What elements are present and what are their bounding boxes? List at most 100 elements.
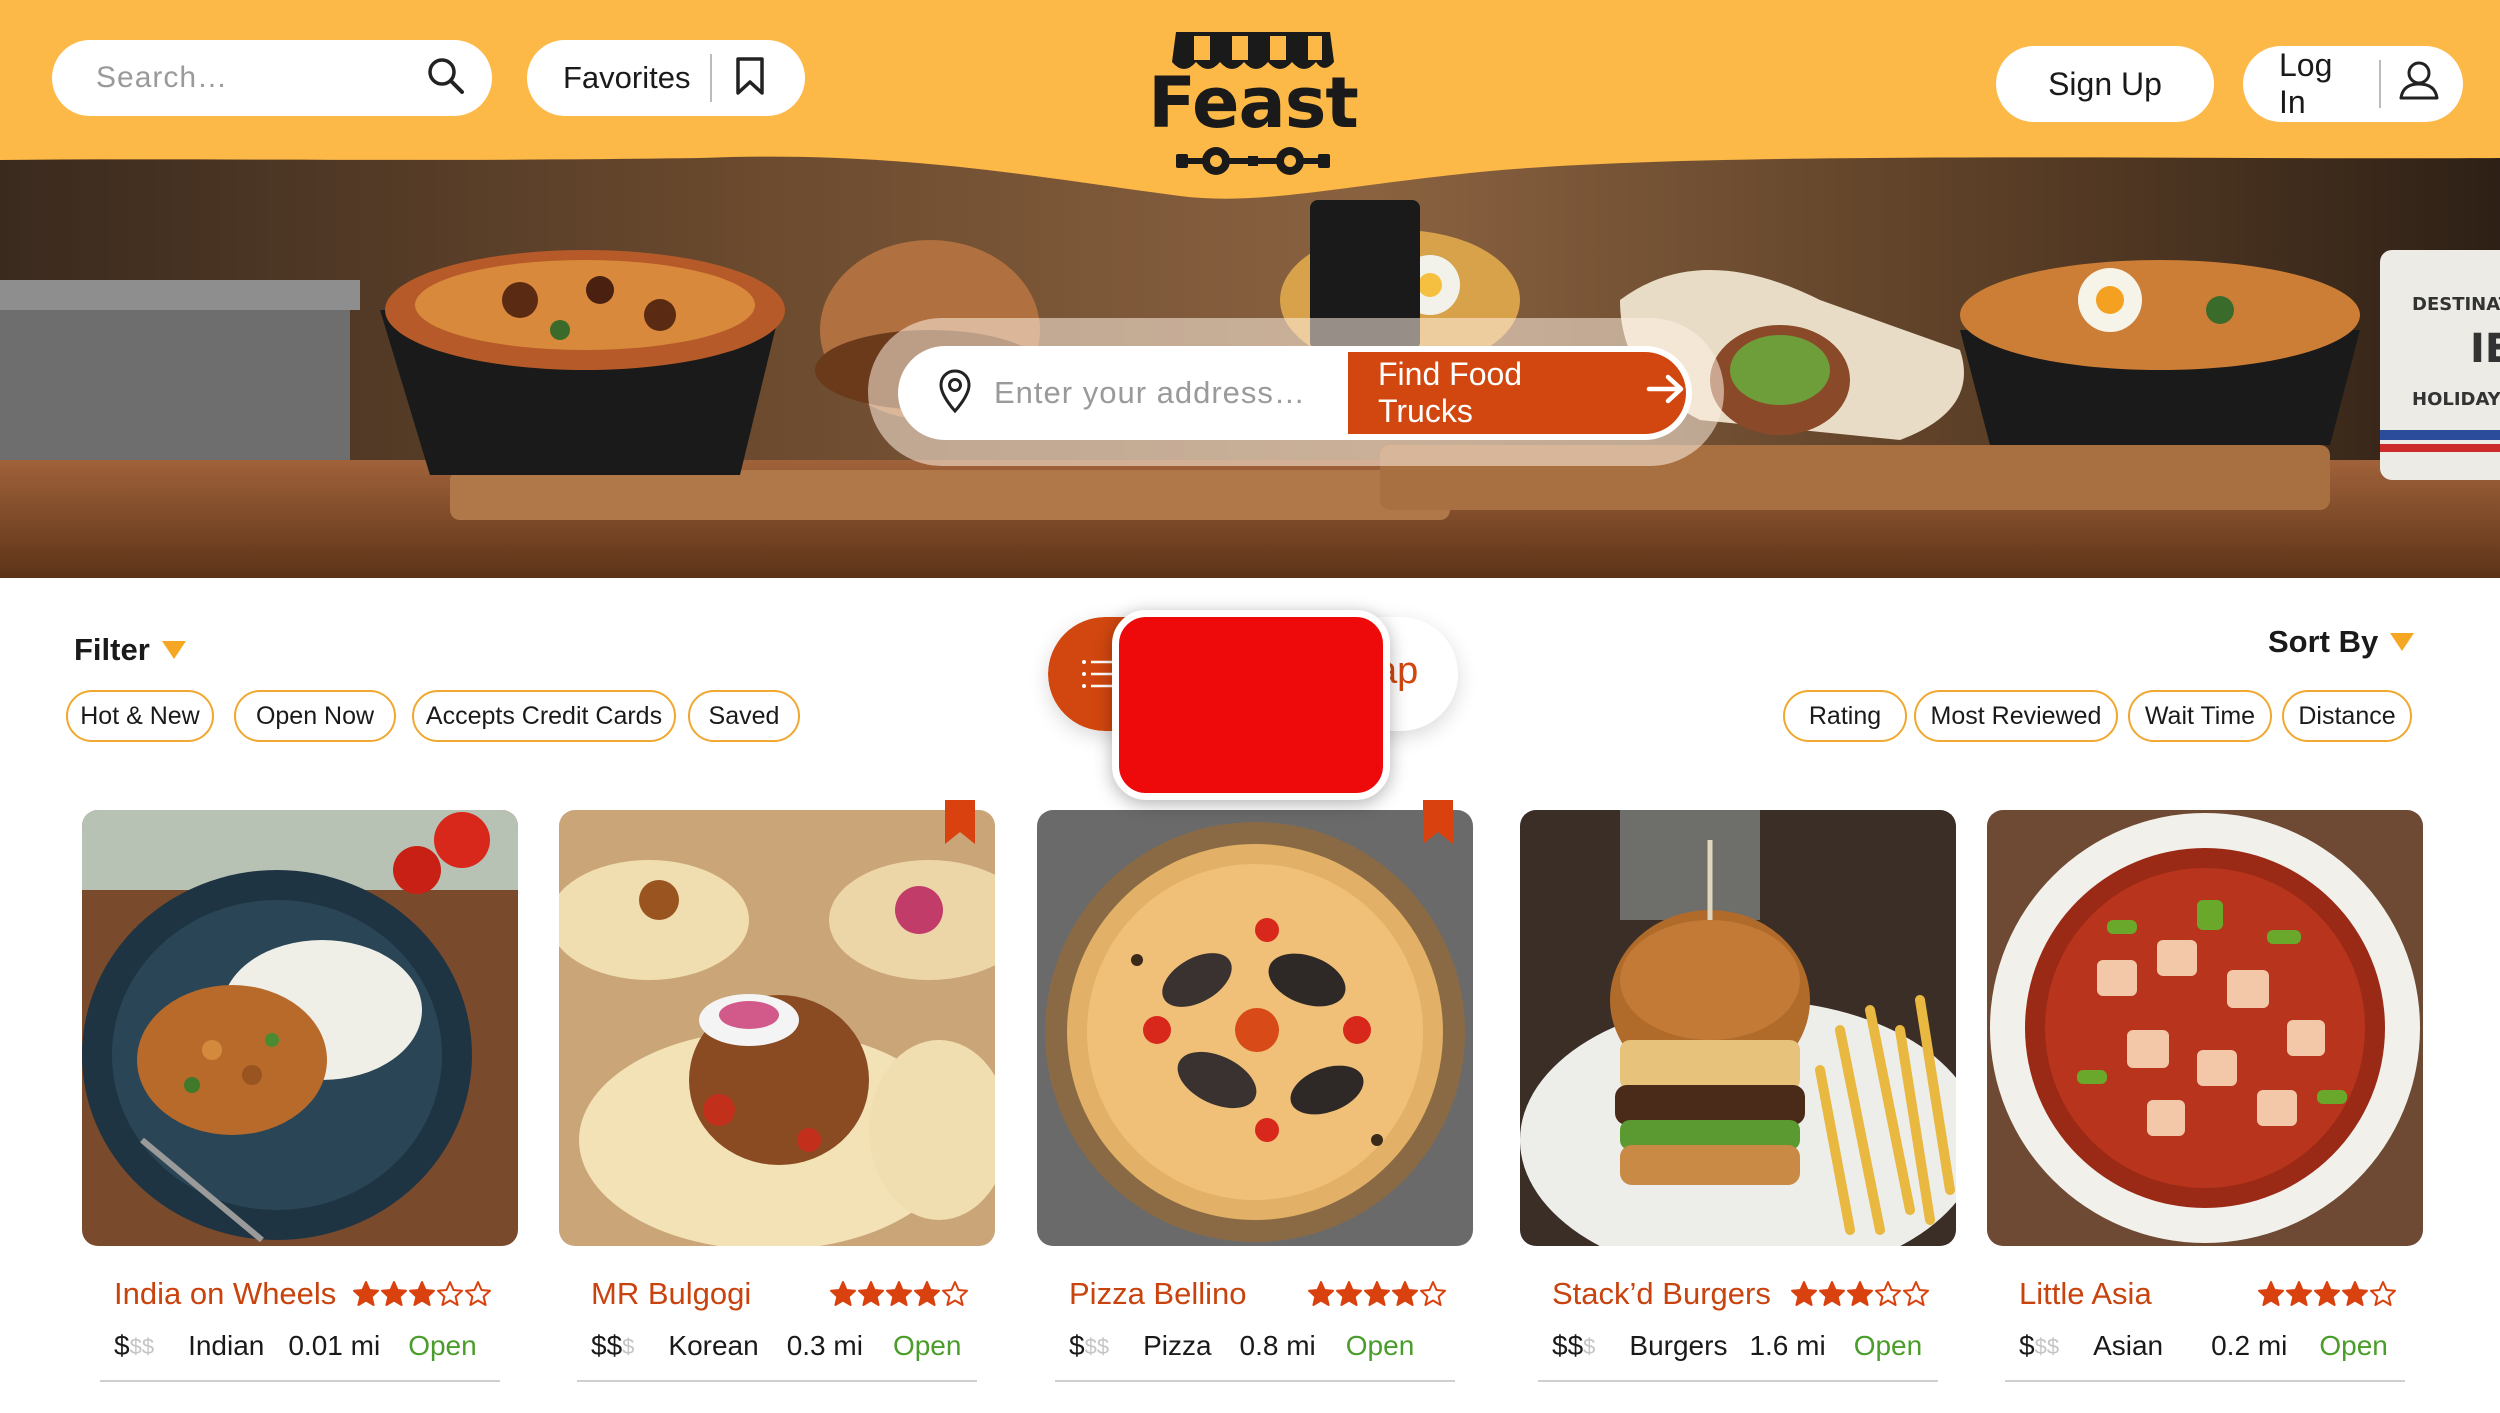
star-rating bbox=[1790, 1280, 1930, 1308]
star-filled-icon bbox=[2286, 1281, 2312, 1306]
star-empty-icon bbox=[465, 1281, 491, 1306]
divider bbox=[2379, 60, 2381, 108]
price-level-muted: $$ bbox=[1084, 1334, 1110, 1359]
truck-photo[interactable] bbox=[1520, 810, 1956, 1246]
cuisine: Korean bbox=[668, 1330, 759, 1361]
truck-name[interactable]: Little Asia bbox=[2019, 1276, 2152, 1312]
truck-meta: $$ $ Burgers 1.6 mi Open bbox=[1552, 1330, 1922, 1362]
star-filled-icon bbox=[2314, 1281, 2340, 1306]
star-empty-icon bbox=[1875, 1281, 1901, 1306]
truck-meta: $ $$ Indian 0.01 mi Open bbox=[114, 1330, 477, 1362]
price-level-muted: $ bbox=[1583, 1334, 1596, 1359]
distance: 1.6 mi bbox=[1749, 1330, 1826, 1361]
open-status: Open bbox=[2319, 1330, 2388, 1361]
star-empty-icon bbox=[1420, 1281, 1446, 1306]
star-filled-icon bbox=[353, 1281, 379, 1306]
star-filled-icon bbox=[2258, 1281, 2284, 1306]
star-rating bbox=[352, 1280, 492, 1308]
filter-chip-saved[interactable]: Saved bbox=[688, 690, 800, 742]
star-empty-icon bbox=[1903, 1281, 1929, 1306]
divider bbox=[100, 1380, 500, 1382]
truck-name[interactable]: Stack’d Burgers bbox=[1552, 1276, 1771, 1312]
price-level-muted: $ bbox=[622, 1334, 635, 1359]
filter-dropdown[interactable]: Filter bbox=[74, 632, 186, 668]
truck-name[interactable]: MR Bulgogi bbox=[591, 1276, 751, 1312]
truck-photo[interactable] bbox=[1987, 810, 2423, 1246]
open-status: Open bbox=[408, 1330, 477, 1361]
search-input[interactable] bbox=[96, 61, 396, 95]
star-filled-icon bbox=[1819, 1281, 1845, 1306]
star-filled-icon bbox=[1791, 1281, 1817, 1306]
redaction-overlay bbox=[1112, 610, 1390, 800]
star-empty-icon bbox=[437, 1281, 463, 1306]
star-filled-icon bbox=[1392, 1281, 1418, 1306]
svg-text:DESTINAT: DESTINAT bbox=[2412, 294, 2500, 315]
star-empty-icon bbox=[2370, 1281, 2396, 1306]
svg-text:HOLIDAY: HOLIDAY bbox=[2412, 389, 2500, 410]
divider bbox=[1055, 1380, 1455, 1382]
user-icon bbox=[2397, 58, 2441, 110]
cuisine: Asian bbox=[2093, 1330, 2164, 1361]
sort-by-dropdown[interactable]: Sort By bbox=[2268, 624, 2415, 660]
search-box[interactable] bbox=[52, 40, 492, 116]
svg-text:IE: IE bbox=[2470, 326, 2500, 372]
star-filled-icon bbox=[886, 1281, 912, 1306]
sort-chip-wait-time[interactable]: Wait Time bbox=[2128, 690, 2272, 742]
truck-photo[interactable] bbox=[82, 810, 518, 1246]
truck-meta: $ $$ Pizza 0.8 mi Open bbox=[1069, 1330, 1414, 1362]
star-empty-icon bbox=[942, 1281, 968, 1306]
truck-name[interactable]: India on Wheels bbox=[114, 1276, 336, 1312]
price-level: $$ bbox=[1552, 1330, 1584, 1361]
distance: 0.01 mi bbox=[288, 1330, 381, 1361]
open-status: Open bbox=[892, 1330, 962, 1361]
price-level-muted: $$ bbox=[129, 1334, 155, 1359]
star-filled-icon bbox=[381, 1281, 407, 1306]
divider bbox=[710, 54, 713, 102]
favorites-button[interactable]: Favorites bbox=[527, 40, 805, 116]
filter-chip-accepts-credit-cards[interactable]: Accepts Credit Cards bbox=[412, 690, 676, 742]
sort-chip-most-reviewed[interactable]: Most Reviewed bbox=[1914, 690, 2118, 742]
star-filled-icon bbox=[2342, 1281, 2368, 1306]
star-filled-icon bbox=[1364, 1281, 1390, 1306]
caret-down-icon bbox=[161, 641, 186, 659]
filter-chip-hot-new[interactable]: Hot & New bbox=[66, 690, 214, 742]
truck-photo[interactable] bbox=[1037, 810, 1473, 1246]
favorites-label: Favorites bbox=[563, 60, 691, 95]
address-input[interactable] bbox=[994, 375, 1324, 411]
arrow-right-icon bbox=[1624, 373, 1686, 413]
distance: 0.8 mi bbox=[1239, 1330, 1316, 1361]
logo-text: Feast bbox=[1148, 62, 1359, 144]
star-filled-icon bbox=[1336, 1281, 1362, 1306]
star-rating bbox=[829, 1280, 969, 1308]
find-food-trucks-label: Find Food Trucks bbox=[1378, 356, 1523, 429]
truck-photo[interactable] bbox=[559, 810, 995, 1246]
sign-up-button[interactable]: Sign Up bbox=[1996, 46, 2214, 122]
truck-name[interactable]: Pizza Bellino bbox=[1069, 1276, 1246, 1312]
open-status: Open bbox=[1345, 1330, 1415, 1361]
sort-chip-distance[interactable]: Distance bbox=[2282, 690, 2412, 742]
star-filled-icon bbox=[409, 1281, 435, 1306]
saved-bookmark-icon[interactable] bbox=[1423, 800, 1453, 844]
divider bbox=[577, 1380, 977, 1382]
cuisine: Pizza bbox=[1143, 1330, 1212, 1361]
divider bbox=[2005, 1380, 2405, 1382]
caret-down-icon bbox=[2390, 633, 2415, 651]
price-level: $ bbox=[114, 1330, 130, 1361]
log-in-button[interactable]: Log In bbox=[2243, 46, 2463, 122]
find-food-trucks-button[interactable]: Find Food Trucks bbox=[1348, 352, 1686, 434]
filter-title: Filter bbox=[74, 632, 150, 667]
price-level: $ bbox=[1069, 1330, 1085, 1361]
truck-meta: $ $$ Asian 0.2 mi Open bbox=[2019, 1330, 2388, 1362]
search-icon[interactable] bbox=[426, 56, 466, 101]
cuisine: Indian bbox=[188, 1330, 265, 1361]
sort-chip-rating[interactable]: Rating bbox=[1783, 690, 1907, 742]
address-search-bar[interactable]: Find Food Trucks bbox=[898, 346, 1692, 440]
saved-bookmark-icon[interactable] bbox=[945, 800, 975, 844]
price-level: $$ bbox=[591, 1330, 623, 1361]
star-filled-icon bbox=[914, 1281, 940, 1306]
feast-logo[interactable]: Feast bbox=[1148, 26, 1359, 182]
star-rating bbox=[1307, 1280, 1447, 1308]
filter-chip-open-now[interactable]: Open Now bbox=[234, 690, 396, 742]
price-level-muted: $$ bbox=[2034, 1334, 2060, 1359]
star-rating bbox=[2257, 1280, 2397, 1308]
